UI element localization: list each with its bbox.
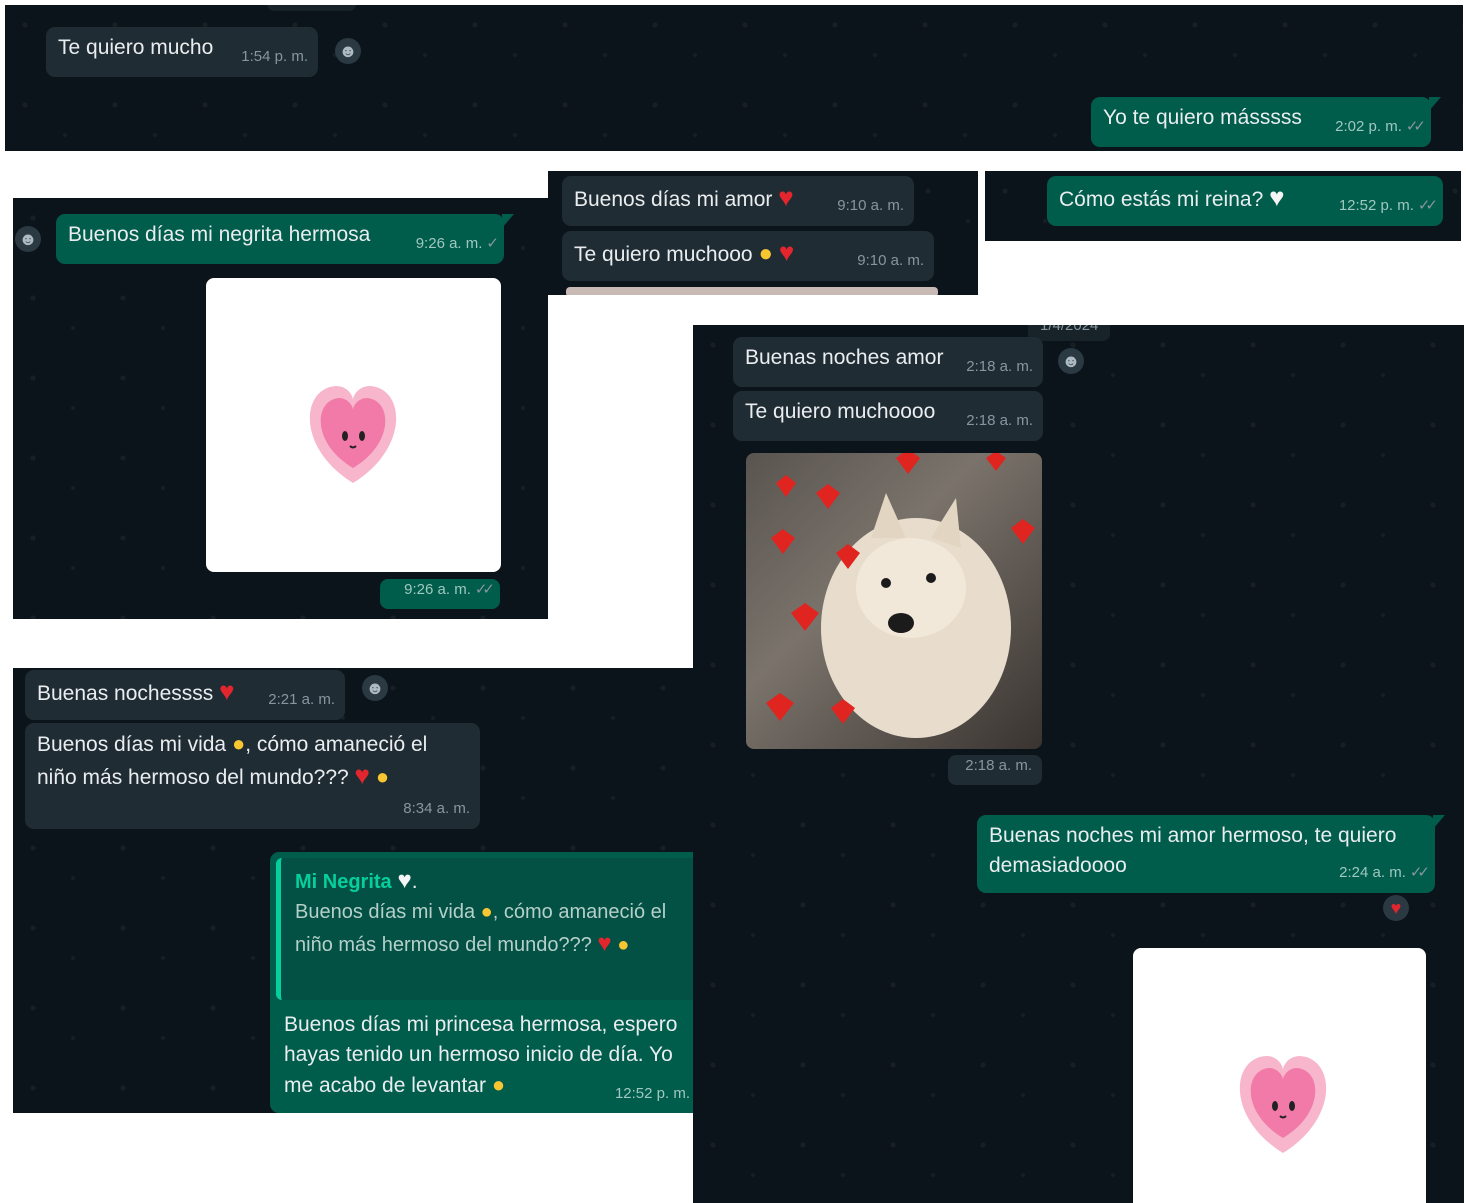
message-text: Buenos días mi vida bbox=[37, 733, 227, 756]
white-heart-emoji-icon: ♥ bbox=[1269, 182, 1285, 212]
red-heart-emoji-icon: ♥ bbox=[778, 237, 795, 267]
pleading-face-emoji-icon: ● bbox=[375, 764, 390, 789]
message-time: 2:21 a. m. bbox=[268, 691, 335, 708]
bubble-tail bbox=[502, 214, 514, 228]
message-time: 2:02 p. m. bbox=[1335, 118, 1402, 135]
date-chip: 1/4/2024 bbox=[1028, 325, 1111, 341]
red-heart-emoji-icon: ♥ bbox=[597, 930, 612, 957]
message-time: 9:10 a. m. bbox=[857, 252, 924, 269]
chat-panel-5: 1/4/2024 Buenas noches amor 2:18 a. m. ☻… bbox=[693, 325, 1464, 1203]
smiling-heart-sticker-icon bbox=[1239, 1056, 1327, 1153]
heart-sticker[interactable] bbox=[1133, 948, 1426, 1203]
message-text: Buenos días mi negrita hermosa bbox=[68, 223, 371, 246]
red-heart-emoji-icon: ♥ bbox=[354, 760, 370, 790]
reaction-smiley-icon[interactable]: ☻ bbox=[362, 675, 388, 701]
dog-photo[interactable] bbox=[746, 453, 1042, 749]
message-text: Te quiero muchoooo bbox=[745, 400, 936, 423]
message-bubble-outgoing[interactable]: Yo te quiero másssss 2:02 p. m. ✓✓ bbox=[1091, 97, 1431, 147]
smiling-face-emoji-icon: ● bbox=[231, 731, 246, 756]
message-time: 12:52 p. m. bbox=[1338, 197, 1414, 214]
message-text: Buenas nochessss bbox=[37, 682, 214, 705]
message-bubble-incoming[interactable]: Buenas nochessss ♥ 2:21 a. m. bbox=[25, 670, 345, 720]
reply-message-bubble[interactable]: Mi Negrita ♥. Buenos días mi vida ●, cóm… bbox=[270, 852, 693, 1113]
disappointed-face-emoji-icon: ● bbox=[758, 240, 773, 267]
message-text: Cómo estás mi reina? bbox=[1059, 188, 1264, 211]
message-time: 9:10 a. m. bbox=[837, 197, 904, 214]
message-text: Te quiero mucho bbox=[58, 36, 214, 59]
message-time: 2:18 a. m. bbox=[966, 358, 1033, 375]
reaction-smiley-icon[interactable]: ☻ bbox=[335, 38, 361, 64]
reaction-smiley-icon[interactable]: ☻ bbox=[1058, 348, 1084, 374]
dog-with-hearts-image-icon bbox=[766, 453, 1035, 738]
message-time: 2:18 a. m. bbox=[965, 757, 1032, 774]
message-bubble-incoming[interactable]: Te quiero mucho 1:54 p. m. bbox=[46, 27, 318, 77]
chat-panel-2: ☻ Buenos días mi negrita hermosa 9:26 a.… bbox=[13, 198, 548, 619]
chat-panel-3: Buenos días mi amor ♥ 9:10 a. m. Te quie… bbox=[548, 171, 978, 295]
read-ticks-icon: ✓✓ bbox=[1405, 118, 1426, 135]
read-ticks-icon: ✓✓ bbox=[1417, 197, 1438, 214]
message-time: 9:26 a. m. bbox=[415, 235, 483, 252]
chat-panel-1: Te quiero mucho 1:54 p. m. ☻ Yo te quier… bbox=[5, 5, 1463, 151]
white-heart-emoji-icon: ♥ bbox=[397, 867, 412, 894]
message-bubble-incoming[interactable]: Buenos días mi vida ●, cómo amaneció el … bbox=[25, 723, 480, 829]
message-bubble-incoming[interactable]: Buenas noches amor 2:18 a. m. bbox=[733, 337, 1043, 387]
quoted-message[interactable]: Mi Negrita ♥. Buenos días mi vida ●, cóm… bbox=[276, 858, 693, 1000]
reaction-smiley-icon[interactable]: ☻ bbox=[15, 226, 41, 252]
red-heart-emoji-icon: ♥ bbox=[778, 182, 794, 212]
delivered-tick-icon: ✓ bbox=[486, 235, 498, 252]
date-chip-partial bbox=[267, 5, 356, 11]
message-time: 1:54 p. m. bbox=[241, 48, 308, 65]
heart-sticker[interactable] bbox=[206, 278, 501, 572]
smiling-heart-sticker-icon bbox=[309, 386, 397, 483]
chat-panel-4: Cómo estás mi reina? ♥ 12:52 p. m. ✓✓ bbox=[985, 171, 1461, 241]
message-time: 2:18 a. m. bbox=[966, 412, 1033, 429]
message-text: Buenas noches amor bbox=[745, 346, 944, 369]
message-bubble-incoming[interactable]: Te quiero muchooo ● ♥ 9:10 a. m. bbox=[562, 231, 934, 281]
message-bubble-incoming[interactable]: Te quiero muchoooo 2:18 a. m. bbox=[733, 391, 1043, 441]
message-text: Buenas noches mi amor hermoso, te quiero… bbox=[989, 824, 1397, 877]
read-ticks-icon: ✓✓ bbox=[1409, 864, 1430, 881]
quoted-text: Buenos días mi vida bbox=[295, 901, 476, 923]
message-time: 2:24 a. m. bbox=[1339, 864, 1406, 881]
message-bubble-incoming[interactable]: Buenos días mi amor ♥ 9:10 a. m. bbox=[562, 176, 914, 226]
message-time: 8:34 a. m. bbox=[403, 800, 470, 817]
message-text: Buenos días mi amor bbox=[574, 188, 773, 211]
pleading-face-emoji-icon: ● bbox=[617, 934, 630, 956]
photo-preview-partial bbox=[566, 287, 938, 295]
quoted-author-name: Mi Negrita bbox=[295, 871, 392, 893]
bubble-tail bbox=[1429, 97, 1441, 111]
message-text: Te quiero muchooo bbox=[574, 243, 753, 266]
reaction-heart-icon[interactable]: ♥ bbox=[1383, 895, 1409, 921]
message-time: 9:26 a. m. bbox=[404, 581, 471, 598]
bubble-tail bbox=[1433, 815, 1445, 829]
chat-panel-6: Buenas nochessss ♥ 2:21 a. m. ☻ Buenos d… bbox=[13, 668, 693, 1113]
message-text: Yo te quiero másssss bbox=[1103, 106, 1302, 129]
smiling-face-emoji-icon: ● bbox=[480, 901, 493, 923]
crying-face-emoji-icon: ● bbox=[491, 1072, 506, 1097]
message-bubble-outgoing[interactable]: Buenos días mi negrita hermosa 9:26 a. m… bbox=[56, 214, 504, 264]
message-bubble-outgoing[interactable]: Buenas noches mi amor hermoso, te quiero… bbox=[977, 815, 1435, 893]
sticker-time-chip: 9:26 a. m. ✓✓ bbox=[380, 579, 500, 609]
read-ticks-icon: ✓✓ bbox=[474, 581, 495, 598]
photo-time-chip: 2:18 a. m. bbox=[948, 755, 1042, 785]
message-bubble-outgoing[interactable]: Cómo estás mi reina? ♥ 12:52 p. m. ✓✓ bbox=[1047, 176, 1443, 226]
red-heart-emoji-icon: ♥ bbox=[219, 676, 235, 706]
message-time: 12:52 p. m. bbox=[614, 1085, 690, 1102]
